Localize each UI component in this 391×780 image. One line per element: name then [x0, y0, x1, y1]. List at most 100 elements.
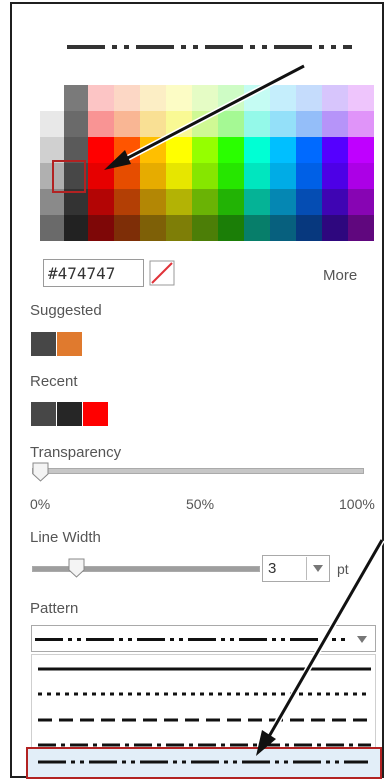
line-width-select[interactable]: 3	[262, 555, 330, 582]
select-divider	[306, 557, 307, 580]
palette-cell[interactable]	[296, 189, 322, 215]
palette-cell[interactable]	[114, 111, 140, 137]
palette-cell[interactable]	[270, 215, 296, 241]
palette-cell[interactable]	[348, 189, 374, 215]
palette-cell[interactable]	[218, 111, 244, 137]
palette-cell[interactable]	[348, 111, 374, 137]
pattern-select[interactable]	[31, 625, 376, 652]
palette-cell[interactable]	[64, 111, 88, 137]
palette-cell[interactable]	[270, 163, 296, 189]
palette-cell[interactable]	[322, 189, 348, 215]
palette-cell[interactable]	[270, 137, 296, 163]
palette-cell[interactable]	[140, 215, 166, 241]
suggested-swatch[interactable]	[31, 332, 56, 356]
transparency-label: Transparency	[30, 444, 122, 461]
palette-cell[interactable]	[88, 189, 114, 215]
palette-cell[interactable]	[296, 111, 322, 137]
suggested-swatch[interactable]	[57, 332, 82, 356]
palette-cell[interactable]	[322, 111, 348, 137]
line-width-slider-thumb[interactable]	[68, 558, 86, 578]
palette-cell[interactable]	[40, 111, 64, 137]
pattern-select-value	[35, 638, 345, 641]
palette-cell[interactable]	[348, 85, 374, 111]
palette-cell[interactable]	[114, 189, 140, 215]
palette-cell[interactable]	[348, 215, 374, 241]
palette-cell[interactable]	[218, 137, 244, 163]
chevron-down-icon	[313, 565, 323, 572]
palette-cell[interactable]	[166, 189, 192, 215]
recent-swatch[interactable]	[57, 402, 82, 426]
palette-cell[interactable]	[244, 85, 270, 111]
palette-cell[interactable]	[192, 85, 218, 111]
pattern-option-dash[interactable]	[38, 717, 371, 723]
palette-cell[interactable]	[322, 137, 348, 163]
line-style-panel: #474747 More Suggested Recent Transparen…	[10, 2, 384, 779]
palette-cell[interactable]	[270, 85, 296, 111]
more-colors-link[interactable]: More	[323, 267, 357, 284]
palette-cell[interactable]	[192, 111, 218, 137]
palette-cell[interactable]	[296, 163, 322, 189]
palette-cell[interactable]	[322, 163, 348, 189]
palette-cell[interactable]	[218, 163, 244, 189]
palette-cell[interactable]	[322, 85, 348, 111]
palette-cell[interactable]	[140, 85, 166, 111]
palette-cell[interactable]	[40, 215, 64, 241]
palette-cell[interactable]	[322, 215, 348, 241]
palette-cell[interactable]	[296, 215, 322, 241]
palette-cell[interactable]	[114, 215, 140, 241]
palette-cell[interactable]	[166, 85, 192, 111]
line-width-label: Line Width	[30, 529, 101, 546]
line-width-value: 3	[268, 560, 277, 577]
palette-cell[interactable]	[244, 111, 270, 137]
palette-cell[interactable]	[166, 215, 192, 241]
palette-cell[interactable]	[114, 163, 140, 189]
pattern-option-dot[interactable]	[38, 691, 371, 697]
palette-cell[interactable]	[244, 163, 270, 189]
palette-cell[interactable]	[40, 85, 64, 111]
palette-cell[interactable]	[88, 111, 114, 137]
palette-cell[interactable]	[218, 189, 244, 215]
palette-cell[interactable]	[88, 137, 114, 163]
palette-cell[interactable]	[114, 137, 140, 163]
line-width-slider-track[interactable]	[32, 566, 260, 572]
palette-cell[interactable]	[192, 189, 218, 215]
palette-cell[interactable]	[114, 85, 140, 111]
line-width-unit: pt	[337, 561, 349, 577]
no-color-icon[interactable]	[149, 260, 175, 286]
palette-cell[interactable]	[218, 85, 244, 111]
palette-cell[interactable]	[140, 111, 166, 137]
transparency-slider-track[interactable]	[32, 468, 364, 474]
transparency-tick-50: 50%	[186, 496, 215, 512]
palette-cell[interactable]	[348, 137, 374, 163]
palette-cell[interactable]	[64, 85, 88, 111]
palette-cell[interactable]	[296, 137, 322, 163]
palette-cell[interactable]	[218, 215, 244, 241]
palette-cell[interactable]	[166, 163, 192, 189]
palette-cell[interactable]	[244, 215, 270, 241]
palette-cell[interactable]	[270, 111, 296, 137]
palette-cell[interactable]	[140, 163, 166, 189]
palette-cell[interactable]	[192, 215, 218, 241]
palette-cell[interactable]	[64, 215, 88, 241]
pattern-option-solid[interactable]	[38, 666, 371, 672]
hex-color-input[interactable]: #474747	[43, 259, 144, 287]
palette-cell[interactable]	[88, 215, 114, 241]
palette-cell[interactable]	[192, 163, 218, 189]
palette-cell[interactable]	[296, 85, 322, 111]
pattern-label: Pattern	[30, 600, 79, 617]
palette-cell[interactable]	[244, 137, 270, 163]
palette-cell[interactable]	[348, 163, 374, 189]
pattern-option-selected[interactable]	[26, 747, 382, 779]
palette-cell[interactable]	[140, 137, 166, 163]
palette-cell[interactable]	[244, 189, 270, 215]
palette-cell[interactable]	[88, 163, 114, 189]
palette-cell[interactable]	[192, 137, 218, 163]
palette-cell[interactable]	[166, 137, 192, 163]
palette-cell[interactable]	[270, 189, 296, 215]
palette-cell[interactable]	[140, 189, 166, 215]
recent-swatch[interactable]	[83, 402, 108, 426]
transparency-slider-thumb[interactable]	[32, 462, 50, 482]
recent-swatch[interactable]	[31, 402, 56, 426]
palette-cell[interactable]	[88, 85, 114, 111]
palette-cell[interactable]	[166, 111, 192, 137]
